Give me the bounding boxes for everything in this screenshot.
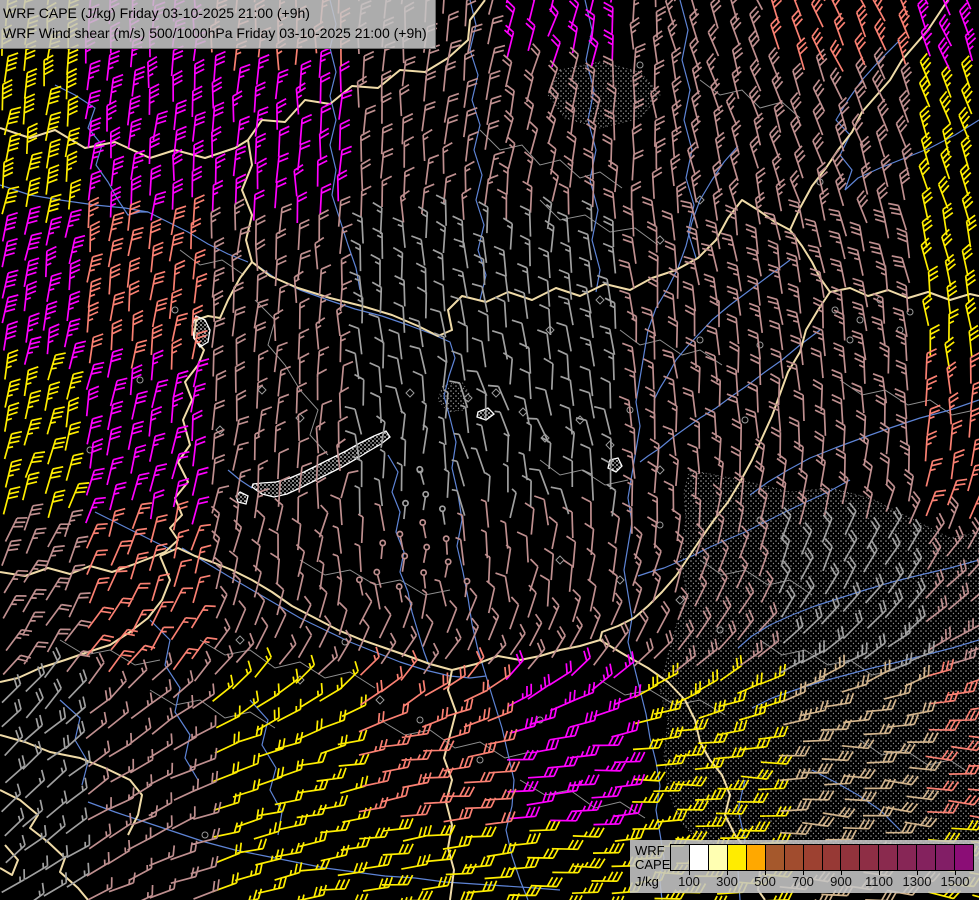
calm-wind-marker (424, 545, 429, 550)
map-title-box: WRF CAPE (J/kg) Friday 03-10-2025 21:00 … (0, 0, 436, 49)
title-line-shear: WRF Wind shear (m/s) 500/1000hPa Friday … (3, 23, 427, 43)
calm-wind-marker (440, 506, 445, 511)
legend-model-label: WRF (635, 843, 665, 858)
legend-tick-label: 1500 (941, 874, 970, 889)
calm-wind-marker (380, 540, 385, 545)
legend-cell (955, 844, 974, 871)
calm-wind-marker (357, 577, 362, 582)
legend-cell (860, 844, 879, 871)
legend-tick-label: 1300 (903, 874, 932, 889)
legend-cell (709, 844, 728, 871)
calm-wind-marker (421, 570, 426, 575)
calm-wind-marker (417, 467, 422, 472)
legend-field-label: CAPE (635, 857, 670, 872)
legend-cell (841, 844, 860, 871)
legend-tick-label: 900 (830, 874, 852, 889)
calm-wind-marker (403, 501, 408, 506)
wind-barbs (2, 195, 935, 900)
legend-colorbar (670, 844, 974, 871)
legend-cell (898, 844, 917, 871)
legend-cell (917, 844, 936, 871)
legend-cell (766, 844, 785, 871)
legend-cell (670, 844, 690, 871)
legend-cell (879, 844, 898, 871)
calm-wind-marker (420, 520, 425, 525)
legend-cell (936, 844, 955, 871)
calm-wind-marker (397, 532, 402, 537)
calm-wind-marker (444, 536, 449, 541)
legend-cell (823, 844, 842, 871)
wrf-weather-map: WRF CAPE (J/kg) Friday 03-10-2025 21:00 … (0, 0, 979, 900)
legend-tick-label: 300 (716, 874, 738, 889)
calm-wind-marker (402, 553, 407, 558)
legend-tick-label: 100 (678, 874, 700, 889)
legend-cell (747, 844, 766, 871)
calm-wind-marker (464, 579, 469, 584)
cape-legend: WRF CAPE J/kg 100 300 500 700 900 1100 1300 150… (630, 840, 979, 893)
calm-wind-marker (397, 584, 402, 589)
legend-cell (785, 844, 804, 871)
calm-wind-marker (423, 492, 428, 497)
legend-cell (728, 844, 747, 871)
legend-tick-label: 1100 (865, 874, 893, 889)
legend-cell (804, 844, 823, 871)
title-line-cape: WRF CAPE (J/kg) Friday 03-10-2025 21:00 … (3, 3, 427, 23)
legend-tick-label: 500 (754, 874, 776, 889)
legend-unit-label: J/kg (635, 874, 659, 889)
wind-barb-layer (0, 0, 979, 900)
legend-tick-label: 700 (792, 874, 814, 889)
legend-cell (690, 844, 709, 871)
calm-wind-marker (374, 570, 379, 575)
wind-barb-group (2, 195, 935, 900)
calm-wind-marker (446, 559, 451, 564)
